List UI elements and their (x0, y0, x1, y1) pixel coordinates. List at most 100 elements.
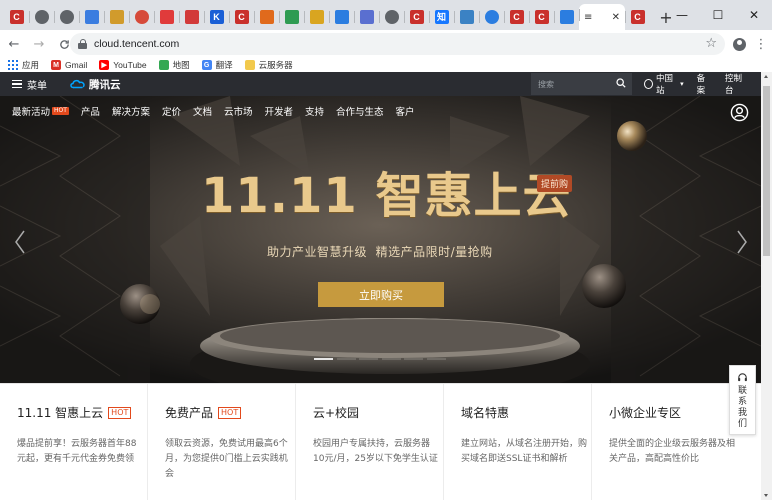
bookmark-star-icon[interactable]: ☆ (705, 36, 717, 51)
buy-now-button[interactable]: 立即购买 (318, 282, 444, 307)
headset-icon (738, 373, 747, 382)
carousel-dot[interactable] (426, 358, 446, 360)
header-links: 中国站 ▾ 备案 控制台 (644, 72, 761, 96)
region-selector[interactable]: 中国站 ▾ (644, 72, 684, 96)
bookmark-item[interactable]: 地图 (158, 59, 190, 71)
promo-card[interactable]: 小微企业专区 提供全面的企业级云服务器及相关产品，高配高性价比 (592, 384, 740, 500)
browser-tab[interactable] (129, 6, 154, 28)
bookmark-item[interactable]: 应用 (8, 59, 39, 71)
browser-tab[interactable] (329, 6, 354, 28)
youtube-icon: ▶ (99, 60, 110, 70)
site-nav-label: 支持 (305, 107, 325, 118)
browser-tab[interactable] (479, 6, 504, 28)
browser-tab[interactable] (379, 6, 404, 28)
browser-tab[interactable] (554, 6, 579, 28)
carousel-next-arrow[interactable] (736, 230, 748, 254)
site-nav-item[interactable]: 文档 (193, 104, 212, 118)
browser-menu-button[interactable]: ⋮ (750, 33, 772, 55)
browser-tab[interactable] (279, 6, 304, 28)
browser-tab[interactable] (154, 6, 179, 28)
site-nav-label: 客户 (395, 107, 415, 118)
browser-tab[interactable]: K (204, 6, 229, 28)
forward-button[interactable]: → (28, 33, 50, 55)
site-nav-item[interactable]: 开发者 (265, 104, 294, 118)
browser-tab[interactable] (104, 6, 129, 28)
hero-badge: 提前购 (537, 175, 573, 192)
browser-tab[interactable]: C (625, 6, 650, 28)
browser-tab[interactable] (54, 6, 79, 28)
promo-card[interactable]: 免费产品 HOT 领取云资源，免费试用最高6个月，为您提供0门槛上云实践机会 (148, 384, 296, 500)
browser-tab[interactable]: C (404, 6, 429, 28)
scrollbar-thumb[interactable] (763, 86, 770, 256)
site-nav-item[interactable]: 产品 (81, 104, 100, 118)
bookmark-item[interactable]: ▶ YouTube (99, 60, 147, 70)
site-nav-item[interactable]: 合作与生态 (336, 104, 384, 118)
site-nav-label: 云市场 (223, 107, 253, 118)
site-nav-item[interactable]: 最新活动 HOT (12, 104, 69, 118)
user-account-icon[interactable] (730, 103, 749, 122)
browser-tab[interactable] (254, 6, 279, 28)
close-tab-icon[interactable]: ✕ (612, 12, 620, 23)
cube-icon (184, 10, 199, 24)
address-bar[interactable]: cloud.tencent.com ☆ (70, 33, 725, 55)
page-scrollbar[interactable] (761, 72, 772, 500)
hero-banner[interactable]: 最新活动 HOT 产品 解决方案 定价 文档 云市场 开发者 支持 合作与生态 客户 11.11 智… (0, 96, 761, 383)
carousel-dot[interactable] (404, 358, 423, 360)
console-link[interactable]: 控制台 (725, 72, 748, 96)
carousel-dot[interactable] (359, 358, 378, 360)
maximize-button[interactable]: ☐ (700, 0, 736, 30)
filing-link[interactable]: 备案 (697, 72, 712, 96)
close-window-button[interactable]: ✕ (736, 0, 772, 30)
browser-tab[interactable] (454, 6, 479, 28)
site-logo[interactable]: 腾讯云 (69, 77, 121, 92)
active-tab[interactable]: ≡ ✕ (579, 4, 625, 30)
card-title: 云+校园 (313, 406, 360, 420)
site-nav-item[interactable]: 支持 (305, 104, 324, 118)
scroll-up-arrow-icon[interactable] (764, 75, 768, 78)
browser-tab[interactable] (79, 6, 104, 28)
carousel-prev-arrow[interactable] (14, 230, 26, 254)
carousel-dot[interactable] (336, 358, 356, 360)
card-title: 免费产品 (165, 406, 214, 420)
browser-tab[interactable] (354, 6, 379, 28)
carousel-dot[interactable] (314, 358, 333, 360)
bookmark-item[interactable]: M Gmail (51, 60, 87, 70)
site-search-input[interactable]: 搜索 (531, 73, 632, 95)
site-nav-label: 解决方案 (111, 107, 150, 118)
site-nav-item[interactable]: 客户 (396, 104, 415, 118)
browser-tab[interactable]: C (4, 6, 29, 28)
globe-icon (59, 10, 74, 24)
promo-card[interactable]: 域名特惠 建立网站，从域名注册开始，购买域名即送SSL证书和解析 (444, 384, 592, 500)
card-title-row: 11.11 智惠上云 HOT (17, 404, 137, 421)
bookmark-item[interactable]: 云服务器 (244, 59, 293, 71)
k-icon: K (209, 10, 224, 24)
site-nav-label: 文档 (192, 107, 212, 118)
matlab-icon (259, 10, 274, 24)
profile-button[interactable] (728, 33, 750, 55)
site-nav-item[interactable]: 解决方案 (112, 104, 150, 118)
back-button[interactable]: ← (3, 33, 25, 55)
bookmark-item[interactable]: G 翻译 (201, 59, 233, 71)
browser-tab[interactable] (29, 6, 54, 28)
browser-tab[interactable]: C (529, 6, 554, 28)
browser-tab[interactable] (304, 6, 329, 28)
carousel-dot[interactable] (381, 358, 401, 360)
search-icon[interactable] (616, 78, 626, 88)
browser-tab[interactable]: 知 (429, 6, 454, 28)
site-nav-item[interactable]: 定价 (162, 104, 181, 118)
contact-us-widget[interactable]: 联系我们 (729, 365, 756, 435)
grid-icon (459, 10, 474, 24)
minimize-button[interactable]: — (664, 0, 700, 30)
promo-card[interactable]: 云+校园 校园用户专属扶持，云服务器10元/月，25岁以下免学生认证 (296, 384, 444, 500)
scroll-down-arrow-icon[interactable] (764, 494, 768, 497)
tab-strip: C K C C 知 C C ≡ ✕ C + (0, 0, 772, 30)
promo-card[interactable]: 11.11 智惠上云 HOT 爆品提前享！云服务器首年88元起，更有千元代金券免费领 (0, 384, 148, 500)
browser-tab[interactable] (179, 6, 204, 28)
menu-button[interactable]: 菜单 (12, 77, 47, 92)
site-nav-label: 产品 (80, 107, 100, 118)
carousel-indicators (314, 358, 449, 360)
site-nav-item[interactable]: 云市场 (224, 104, 253, 118)
card-description: 爆品提前享！云服务器首年88元起，更有千元代金券免费领 (17, 439, 137, 464)
browser-tab[interactable]: C (229, 6, 254, 28)
browser-tab[interactable]: C (504, 6, 529, 28)
